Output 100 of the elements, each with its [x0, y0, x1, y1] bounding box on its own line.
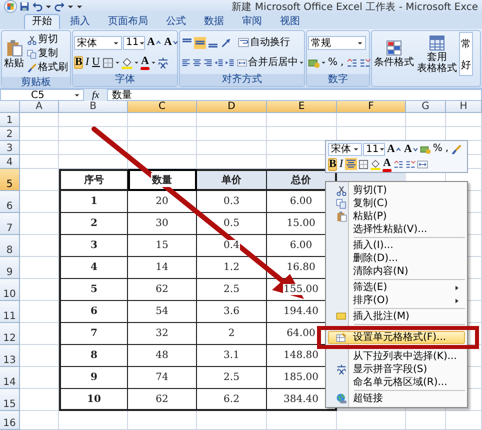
row-header[interactable]: 2	[0, 127, 20, 141]
row-header[interactable]: 4	[0, 155, 20, 169]
merge-icon[interactable]	[416, 158, 428, 170]
cell-style-swatch[interactable]: 好	[461, 58, 471, 72]
caret-icon[interactable]	[45, 3, 52, 10]
fill-color-icon[interactable]	[120, 56, 133, 68]
currency-icon[interactable]	[420, 144, 431, 154]
column-header[interactable]: C	[128, 101, 197, 113]
font-color-button[interactable]: A	[140, 55, 150, 70]
menu-item[interactable]: 复制(C)	[328, 197, 465, 210]
office-button[interactable]	[4, 0, 17, 13]
menu-item[interactable]: 插入批注(M)	[328, 310, 465, 323]
brush-icon[interactable]	[450, 144, 462, 154]
font-name-field[interactable]: 宋体	[328, 142, 362, 156]
align-right-icon[interactable]	[203, 58, 213, 68]
row-header[interactable]: 9	[0, 257, 20, 279]
italic-button[interactable]: I	[338, 158, 344, 170]
font-color-button[interactable]: A	[382, 156, 392, 172]
border-icon[interactable]	[102, 56, 114, 68]
merge-center-button[interactable]: 合并后居中	[236, 56, 305, 68]
ribbon-tab[interactable]: 开始	[24, 14, 60, 29]
align-center-icon[interactable]	[192, 58, 202, 68]
phonetic-icon[interactable]	[156, 56, 169, 68]
name-box[interactable]: C5	[0, 89, 84, 101]
menu-item[interactable]: 粘贴(P)	[328, 210, 465, 223]
column-header[interactable]: F	[337, 101, 406, 113]
comma-button[interactable]: ,	[340, 56, 345, 68]
currency-icon[interactable]	[308, 56, 320, 68]
row-header[interactable]: 12	[0, 323, 20, 345]
ribbon-tab[interactable]: 审阅	[234, 14, 270, 29]
orientation-icon[interactable]	[220, 36, 232, 48]
column-header[interactable]: D	[197, 101, 267, 113]
row-header[interactable]: 8	[0, 235, 20, 257]
grow-font-button[interactable]: A	[146, 36, 162, 49]
menu-item[interactable]: 清除内容(N)	[328, 265, 465, 278]
row-header[interactable]: 14	[0, 367, 20, 389]
decrease-decimal-icon[interactable]	[404, 158, 416, 170]
menu-item[interactable]: 超链接	[328, 392, 465, 405]
ribbon-tab[interactable]: 插入	[62, 14, 98, 29]
italic-button[interactable]: I	[84, 56, 90, 69]
menu-item[interactable]: 插入(I)...	[328, 239, 465, 252]
undo-icon[interactable]	[32, 1, 43, 12]
row-header[interactable]: 1	[0, 113, 20, 127]
conditional-format-button[interactable]: 条件格式	[373, 32, 415, 76]
format-painter-button[interactable]: 格式刷	[26, 62, 69, 74]
row-header[interactable]: 11	[0, 301, 20, 323]
ribbon-tab[interactable]: 页面布局	[100, 14, 156, 29]
redo-icon[interactable]	[54, 1, 65, 12]
underline-button[interactable]: U	[91, 56, 101, 69]
save-icon[interactable]	[19, 1, 30, 12]
grow-font-button[interactable]: A	[386, 142, 402, 156]
percent-button[interactable]: %	[432, 143, 444, 155]
row-header[interactable]: 16	[0, 411, 20, 430]
menu-item[interactable]: 选择性粘贴(V)...	[328, 223, 465, 236]
decrease-indent-icon[interactable]	[214, 58, 224, 68]
row-header[interactable]: 13	[0, 345, 20, 367]
insert-function-button[interactable]: fx	[86, 89, 106, 101]
row-header[interactable]: 10	[0, 279, 20, 301]
wrap-text-button[interactable]: 自动换行	[237, 36, 291, 49]
menu-item[interactable]: 排序(O)	[328, 294, 465, 307]
increase-decimal-icon[interactable]	[346, 56, 358, 68]
column-header[interactable]: A	[20, 101, 59, 113]
bold-button[interactable]: B	[328, 158, 338, 170]
number-format-field[interactable]: 常规	[308, 36, 366, 50]
border-icon[interactable]	[358, 158, 370, 170]
menu-item[interactable]: 从下拉列表中选择(K)...	[328, 350, 465, 363]
row-header[interactable]: 5	[0, 169, 20, 191]
column-header[interactable]: E	[267, 101, 337, 113]
shrink-font-button[interactable]: A	[402, 142, 419, 156]
align-middle-icon[interactable]	[194, 36, 206, 48]
decrease-decimal-icon[interactable]	[358, 56, 371, 68]
copy-button[interactable]: 复制	[26, 48, 69, 60]
ribbon-tab[interactable]: 数据	[196, 14, 232, 29]
row-header[interactable]: 7	[0, 213, 20, 235]
increase-indent-icon[interactable]	[225, 58, 235, 68]
shrink-font-button[interactable]: A	[162, 36, 179, 49]
paste-button[interactable]: 粘贴	[3, 32, 25, 76]
align-left-icon[interactable]	[181, 58, 191, 68]
table-format-button[interactable]: 套用 表格格式	[416, 32, 458, 76]
ribbon-tab[interactable]: 公式	[158, 14, 194, 29]
menu-item[interactable]: 剪切(T)	[328, 184, 465, 197]
ribbon-tab[interactable]: 视图	[272, 14, 308, 29]
font-size-field[interactable]: 11	[363, 142, 385, 156]
comma-button[interactable]: ,	[444, 143, 450, 155]
menu-item[interactable]: 设置单元格格式(F)...	[328, 331, 465, 344]
column-header[interactable]: H	[446, 101, 482, 113]
align-center-icon[interactable]	[345, 158, 358, 170]
row-header[interactable]: 15	[0, 389, 20, 411]
column-header[interactable]: G	[406, 101, 446, 113]
menu-item[interactable]: 显示拼音字段(S)	[328, 363, 465, 376]
row-header[interactable]: 6	[0, 191, 20, 213]
menu-item[interactable]: 删除(D)...	[328, 252, 465, 265]
menu-item[interactable]: 筛选(E)	[328, 281, 465, 294]
font-name-field[interactable]: 宋体	[74, 36, 122, 50]
formula-input[interactable]: 数量	[107, 89, 482, 101]
row-header[interactable]: 3	[0, 141, 20, 155]
cell-style-swatch[interactable]: 常	[461, 36, 471, 50]
increase-decimal-icon[interactable]	[392, 158, 404, 170]
bold-button[interactable]: B	[74, 56, 84, 69]
fill-color-icon[interactable]	[370, 158, 382, 170]
